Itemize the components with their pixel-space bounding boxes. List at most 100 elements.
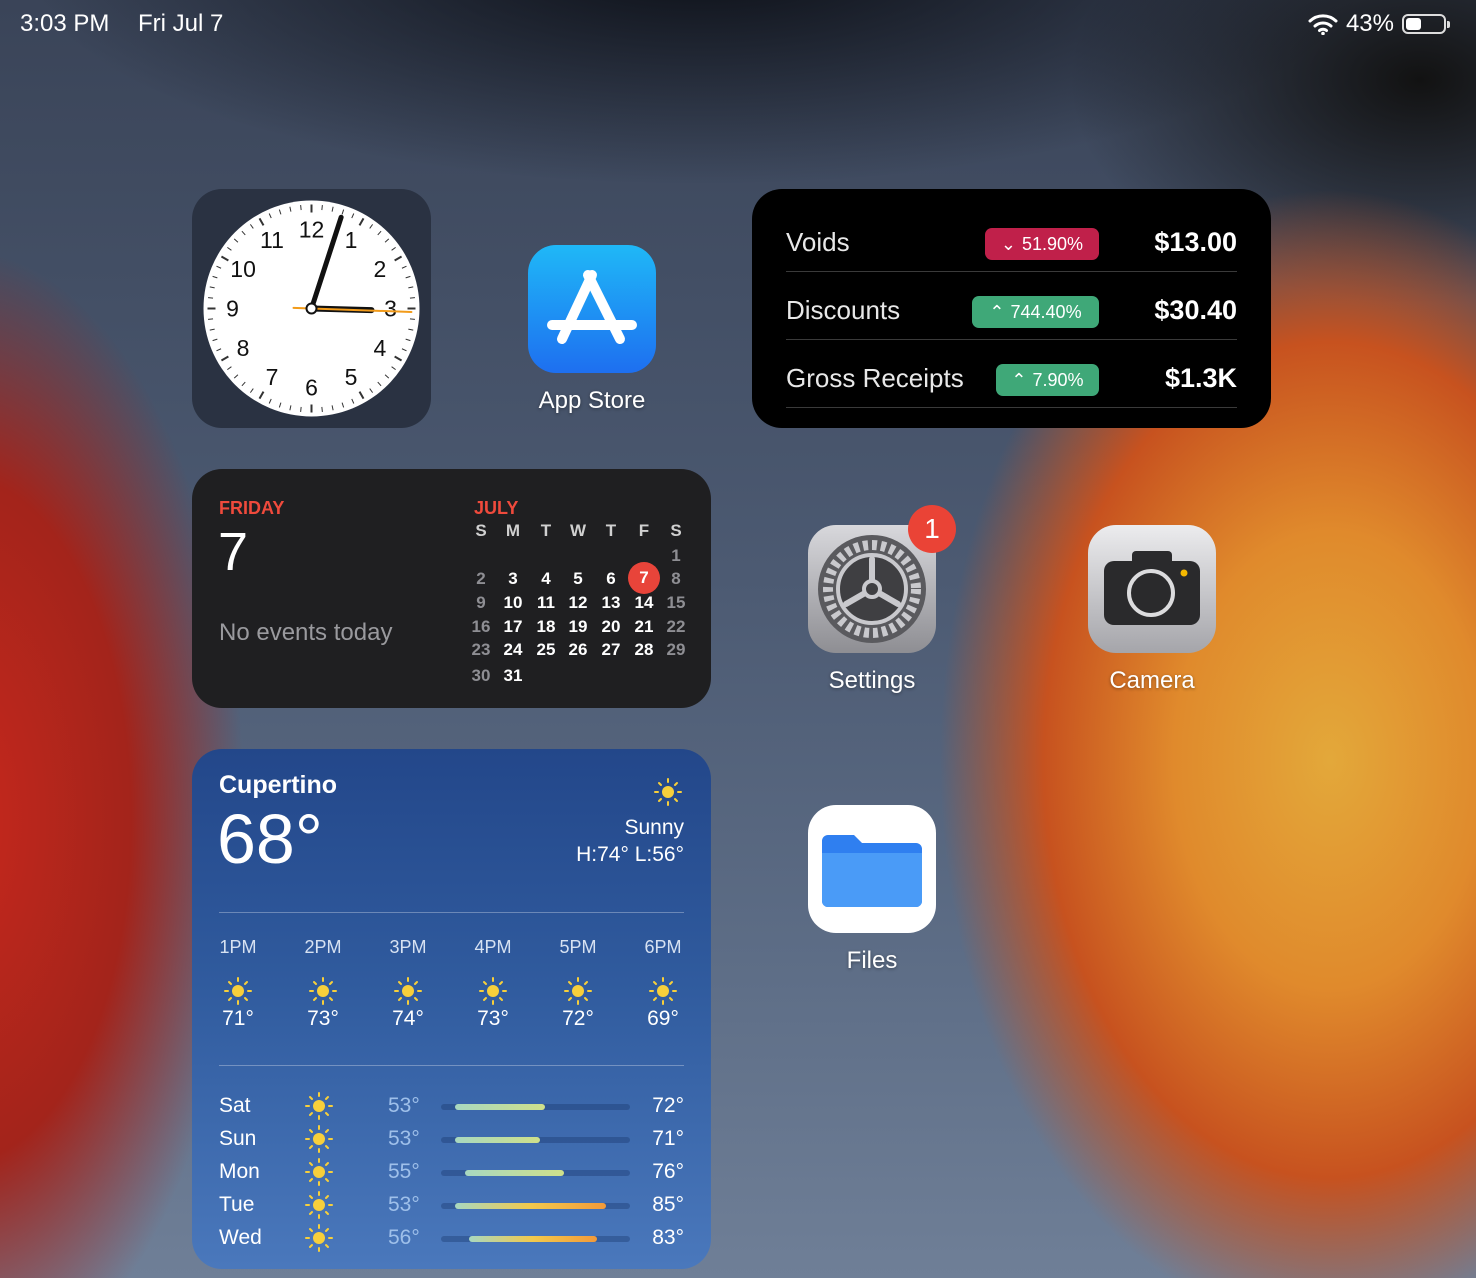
clock-number: 11	[260, 227, 284, 253]
hourly-forecast: 4PM 73°	[463, 937, 523, 1030]
calendar-date[interactable]: 28	[628, 640, 660, 660]
calendar-date[interactable]: 21	[628, 617, 660, 637]
camera-app[interactable]: Camera	[1072, 525, 1232, 695]
calendar-date[interactable]: 25	[530, 640, 562, 660]
hourly-temp: 71°	[222, 1007, 254, 1030]
chevron-up-icon: ⌃	[989, 301, 1005, 322]
change-pill: ⌃ 744.40%	[972, 296, 1099, 328]
files-label: Files	[846, 947, 898, 974]
calendar-date[interactable]: 16	[465, 617, 497, 637]
calendar-date[interactable]: 13	[595, 593, 627, 613]
daily-day: Sat	[219, 1094, 251, 1117]
clock-number: 6	[305, 375, 318, 401]
clock-center	[305, 302, 318, 315]
hourly-time: 1PM	[219, 937, 257, 957]
calendar-weekday-header: S	[670, 521, 682, 540]
hourly-temp: 69°	[647, 1007, 679, 1030]
calendar-date[interactable]: 31	[497, 666, 529, 686]
daily-day: Wed	[219, 1226, 262, 1249]
calendar-date[interactable]: 10	[497, 593, 529, 613]
hourly-forecast: 3PM 74°	[378, 937, 438, 1030]
sun-icon	[305, 1224, 333, 1252]
divider	[219, 912, 684, 913]
calendar-date[interactable]: 22	[660, 617, 692, 637]
daily-low: 53°	[388, 1193, 420, 1216]
calendar-date[interactable]: 29	[660, 640, 692, 660]
sun-icon	[394, 977, 422, 1005]
calendar-date[interactable]: 26	[562, 640, 594, 660]
sales-row-discounts: Discounts ⌃ 744.40% $30.40	[786, 271, 1237, 340]
calendar-date[interactable]: 14	[628, 593, 660, 613]
calendar-weekday-header: S	[475, 521, 487, 540]
weather-condition: Sunny	[624, 816, 684, 839]
files-app[interactable]: Files	[792, 805, 952, 975]
daily-day: Mon	[219, 1160, 260, 1183]
clock-number: 5	[345, 364, 358, 390]
calendar-date[interactable]: 17	[497, 617, 529, 637]
calendar-date[interactable]: 9	[465, 593, 497, 613]
calendar-date[interactable]: 20	[595, 617, 627, 637]
clock-number: 7	[266, 364, 279, 390]
calendar-date[interactable]: 23	[465, 640, 497, 660]
calendar-date[interactable]: 27	[595, 640, 627, 660]
calendar-date[interactable]: 4	[530, 569, 562, 589]
chevron-down-icon: ⌄	[1000, 233, 1017, 254]
divider	[219, 1065, 684, 1066]
sales-widget[interactable]: Voids ⌄ 51.90% $13.00 Discounts ⌃ 744.40…	[752, 189, 1271, 428]
calendar-date[interactable]: 1	[660, 546, 692, 566]
sun-icon	[564, 977, 592, 1005]
change-value: 744.40%	[1010, 301, 1082, 322]
sales-label: Gross Receipts	[786, 363, 964, 393]
clock-number: 2	[374, 256, 387, 282]
app-store-app[interactable]: App Store	[512, 245, 672, 415]
temperature-range-bar	[464, 1170, 564, 1176]
change-pill: ⌄ 51.90%	[985, 228, 1099, 260]
change-value: 51.90%	[1022, 233, 1084, 254]
daily-low: 53°	[388, 1094, 420, 1117]
sun-icon	[305, 1158, 333, 1186]
daily-high: 85°	[652, 1193, 684, 1216]
clock-number: 3	[384, 296, 397, 322]
calendar-date[interactable]: 7	[628, 562, 660, 594]
calendar-date[interactable]: 8	[660, 569, 692, 589]
calendar-date[interactable]: 24	[497, 640, 529, 660]
hourly-temp: 73°	[307, 1007, 339, 1030]
calendar-date[interactable]: 15	[660, 593, 692, 613]
calendar-date[interactable]: 12	[562, 593, 594, 613]
daily-high: 71°	[652, 1127, 684, 1150]
calendar-weekday: FRIDAY	[219, 498, 285, 518]
clock-number: 4	[374, 335, 387, 361]
change-value: 7.90%	[1032, 369, 1084, 390]
battery-icon	[1402, 14, 1450, 34]
clock-number: 1	[345, 227, 358, 253]
clock-widget[interactable]: 12 1 2 3 4 5 6 7 8 9 10 11	[192, 189, 431, 428]
daily-day: Tue	[219, 1193, 255, 1216]
analog-clock: 12 1234567891011	[203, 200, 420, 417]
hourly-time: 2PM	[304, 937, 342, 957]
calendar-date[interactable]: 2	[465, 569, 497, 589]
hourly-time: 3PM	[389, 937, 427, 957]
calendar-date[interactable]: 18	[530, 617, 562, 637]
weather-widget[interactable]: Cupertino 68° Sunny H:74° L:56° 1PM 71° 2P…	[192, 749, 711, 1269]
calendar-date[interactable]: 19	[562, 617, 594, 637]
sun-icon	[224, 977, 252, 1005]
sun-icon	[305, 1191, 333, 1219]
clock-number: 8	[237, 335, 250, 361]
calendar-date[interactable]: 11	[530, 593, 562, 613]
temperature-range-track	[441, 1203, 630, 1209]
calendar-date[interactable]: 30	[465, 666, 497, 686]
calendar-widget[interactable]: FRIDAY 7 No events today JULY SMTWTFS123…	[192, 469, 711, 708]
folder-icon	[808, 805, 936, 933]
sun-icon	[305, 1125, 333, 1153]
calendar-date[interactable]: 6	[595, 569, 627, 589]
settings-label: Settings	[828, 667, 916, 694]
settings-app[interactable]: 1 Settings	[792, 505, 956, 695]
hourly-temp: 73°	[477, 1007, 509, 1030]
calendar-weekday-header: W	[569, 521, 587, 540]
hourly-forecast: 2PM 73°	[293, 937, 353, 1030]
calendar-weekday-header: F	[638, 521, 650, 540]
status-date: Fri Jul 7	[138, 10, 224, 37]
calendar-date[interactable]: 3	[497, 569, 529, 589]
calendar-weekday-header: M	[505, 521, 521, 540]
calendar-date[interactable]: 5	[562, 569, 594, 589]
